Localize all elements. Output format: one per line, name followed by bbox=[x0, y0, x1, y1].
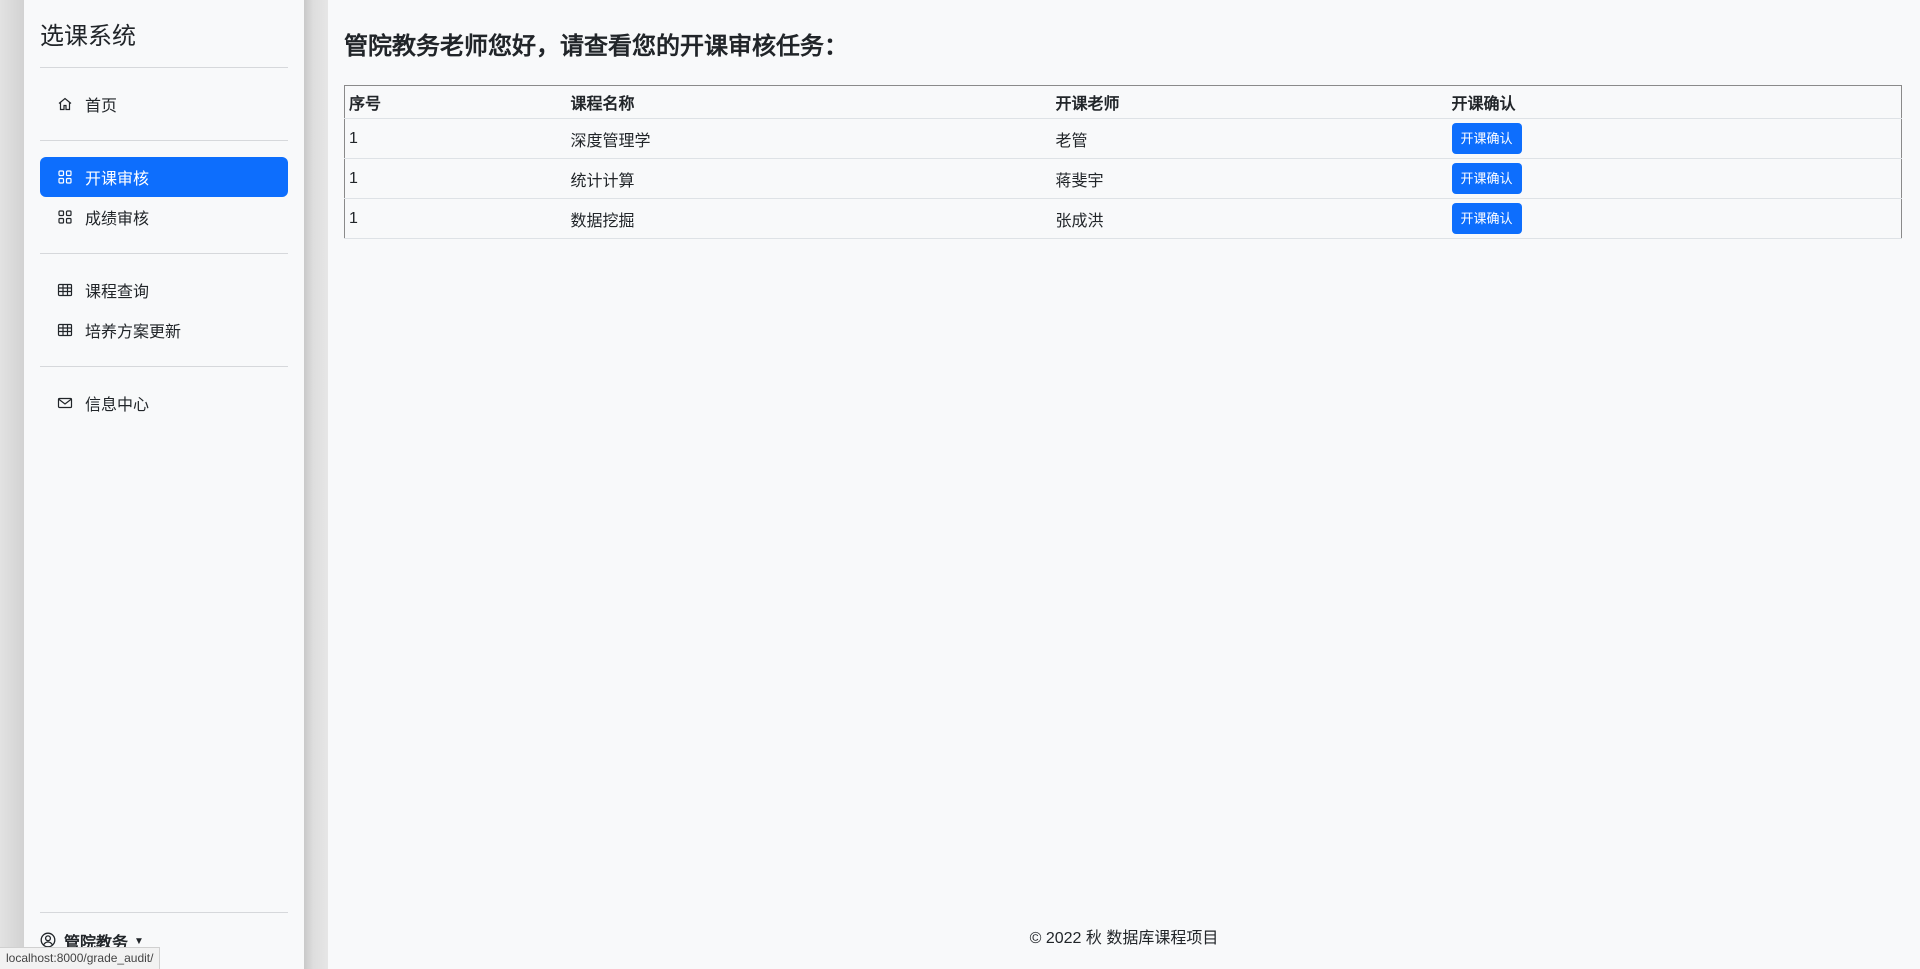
cell-teacher: 蒋斐宇 bbox=[1051, 158, 1448, 199]
table-header-row: 序号 课程名称 开课老师 开课确认 bbox=[344, 85, 1902, 119]
house-icon bbox=[56, 95, 74, 113]
table-row: 1 统计计算 蒋斐宇 开课确认 bbox=[344, 158, 1902, 199]
sidebar: 选课系统 首页 开课审核 成绩审核 课程查询 培养方案更新 信息中心 管院教务 … bbox=[24, 0, 304, 969]
main-content: 管院教务老师您好，请查看您的开课审核任务： 序号 课程名称 开课老师 开课确认 … bbox=[328, 0, 1920, 969]
column-header-teacher: 开课老师 bbox=[1051, 85, 1448, 119]
sidebar-item-course-query[interactable]: 课程查询 bbox=[40, 270, 288, 310]
sidebar-item-grade-audit[interactable]: 成绩审核 bbox=[40, 197, 288, 237]
cell-action: 开课确认 bbox=[1447, 198, 1902, 239]
cell-no: 1 bbox=[344, 118, 567, 159]
grid-icon bbox=[56, 168, 74, 186]
course-audit-table: 序号 课程名称 开课老师 开课确认 1 深度管理学 老管 开课确认 1 统计计算… bbox=[344, 85, 1902, 239]
nav-group-messages: 信息中心 bbox=[40, 367, 288, 439]
left-gutter bbox=[0, 0, 24, 969]
caret-down-icon: ▼ bbox=[134, 935, 144, 947]
page-footer: © 2022 秋 数据库课程项目 bbox=[1029, 930, 1219, 947]
page-title: 管院教务老师您好，请查看您的开课审核任务： bbox=[344, 33, 848, 60]
cell-action: 开课确认 bbox=[1447, 118, 1902, 159]
cell-teacher: 张成洪 bbox=[1051, 198, 1448, 239]
sidebar-item-home[interactable]: 首页 bbox=[40, 84, 288, 124]
column-header-no: 序号 bbox=[344, 85, 567, 119]
cell-course: 深度管理学 bbox=[566, 118, 1052, 159]
browser-status-url: localhost:8000/grade_audit/ bbox=[0, 947, 161, 969]
sidebar-item-label: 成绩审核 bbox=[85, 211, 150, 228]
cell-teacher: 老管 bbox=[1051, 118, 1448, 159]
table-row: 1 数据挖掘 张成洪 开课确认 bbox=[344, 198, 1902, 239]
cell-course: 数据挖掘 bbox=[566, 198, 1052, 239]
column-header-course: 课程名称 bbox=[566, 85, 1052, 119]
table-icon bbox=[56, 321, 74, 339]
sidebar-item-messages[interactable]: 信息中心 bbox=[40, 383, 288, 423]
confirm-course-button[interactable]: 开课确认 bbox=[1451, 123, 1522, 154]
sidebar-item-label: 开课审核 bbox=[85, 171, 150, 188]
column-header-action: 开课确认 bbox=[1447, 85, 1902, 119]
brand-title[interactable]: 选课系统 bbox=[40, 0, 288, 68]
cell-course: 统计计算 bbox=[566, 158, 1052, 199]
confirm-course-button[interactable]: 开课确认 bbox=[1451, 203, 1522, 234]
nav-group-query: 课程查询 培养方案更新 bbox=[40, 254, 288, 367]
app-window: 选课系统 首页 开课审核 成绩审核 课程查询 培养方案更新 信息中心 管院教务 … bbox=[0, 0, 1920, 969]
sidebar-item-label: 首页 bbox=[85, 98, 118, 115]
sidebar-item-course-audit[interactable]: 开课审核 bbox=[40, 157, 288, 197]
nav-group-home: 首页 bbox=[40, 68, 288, 141]
confirm-course-button[interactable]: 开课确认 bbox=[1451, 163, 1522, 194]
sidebar-item-plan-update[interactable]: 培养方案更新 bbox=[40, 310, 288, 350]
sidebar-item-label: 培养方案更新 bbox=[85, 324, 182, 341]
table-row: 1 深度管理学 老管 开课确认 bbox=[344, 118, 1902, 159]
cell-no: 1 bbox=[344, 158, 567, 199]
sidebar-divider-shadow bbox=[304, 0, 328, 969]
table-icon bbox=[56, 281, 74, 299]
nav-group-audit: 开课审核 成绩审核 bbox=[40, 141, 288, 254]
grid-icon bbox=[56, 208, 74, 226]
sidebar-item-label: 信息中心 bbox=[85, 397, 150, 414]
sidebar-item-label: 课程查询 bbox=[85, 284, 150, 301]
envelope-icon bbox=[56, 394, 74, 412]
cell-no: 1 bbox=[344, 198, 567, 239]
cell-action: 开课确认 bbox=[1447, 158, 1902, 199]
